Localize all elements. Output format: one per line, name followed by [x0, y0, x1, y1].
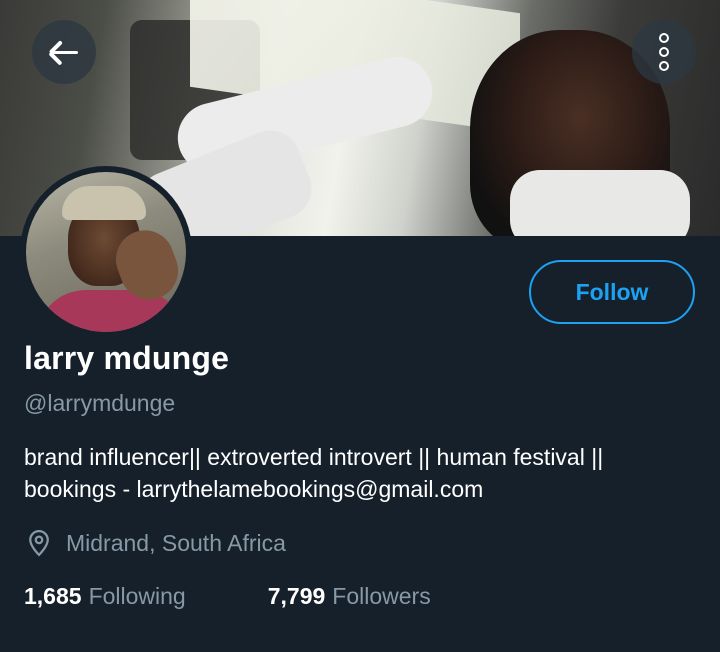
following-count: 1,685	[24, 583, 82, 609]
following-label: Following	[88, 583, 186, 609]
profile-stats: 1,685 Following 7,799 Followers	[24, 583, 431, 610]
back-arrow-icon	[48, 39, 79, 65]
followers-link[interactable]: 7,799 Followers	[268, 583, 431, 610]
profile-name: larry mdunge	[24, 340, 230, 376]
back-button[interactable]	[32, 20, 96, 84]
location-pin-icon	[29, 529, 49, 557]
more-options-button[interactable]	[632, 20, 696, 84]
followers-count: 7,799	[267, 583, 326, 609]
following-link[interactable]: 1,685 Following	[24, 583, 186, 610]
profile-bio: brand influencer|| extroverted introvert…	[24, 441, 694, 505]
more-vertical-icon	[659, 33, 669, 71]
location-text: Midrand, South Africa	[66, 529, 286, 556]
followers-label: Followers	[332, 583, 431, 609]
bio-line: brand influencer|| extroverted introvert…	[24, 444, 604, 470]
follow-button[interactable]: Follow	[529, 260, 695, 324]
avatar[interactable]	[20, 166, 192, 338]
profile-handle: @larrymdunge	[24, 390, 176, 416]
avatar-image	[26, 172, 186, 332]
profile-location: Midrand, South Africa	[24, 528, 286, 558]
banner-shape	[510, 170, 690, 236]
bio-line: bookings - larrythelamebookings@gmail.co…	[24, 476, 484, 502]
